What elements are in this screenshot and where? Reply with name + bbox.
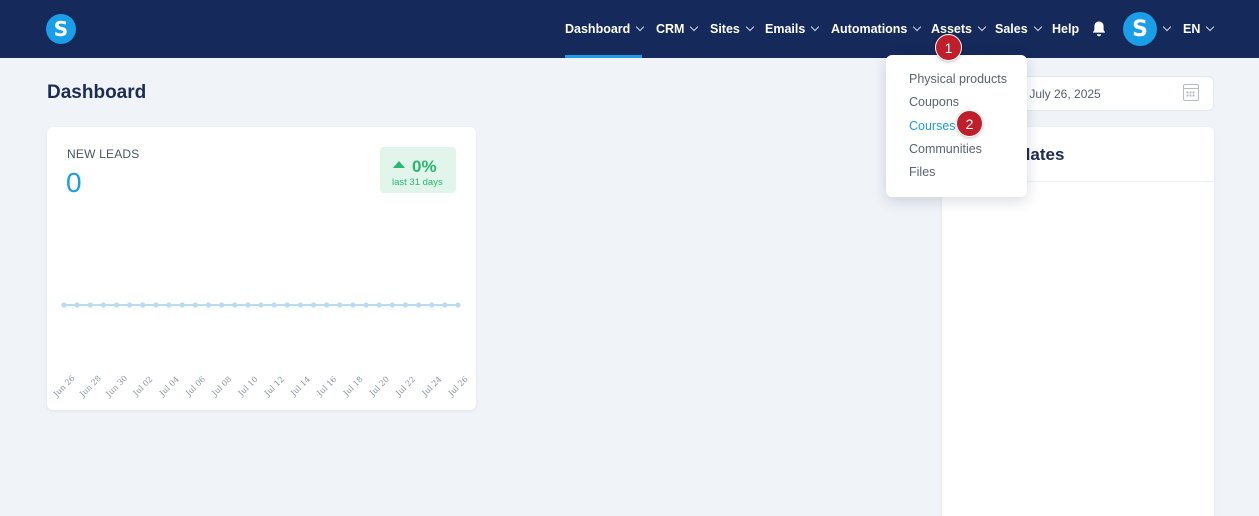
chevron-down-icon <box>745 22 755 32</box>
nav-emails-label: Emails <box>765 22 806 36</box>
nav-emails[interactable]: Emails <box>765 0 820 58</box>
chevron-down-icon <box>913 22 922 32</box>
data-point[interactable] <box>219 302 225 308</box>
data-point[interactable] <box>192 302 198 308</box>
menu-item-communities[interactable]: Communities <box>909 142 982 156</box>
x-tick-label: Jul 18 <box>341 375 365 399</box>
new-leads-label: NEW LEADS <box>67 147 140 161</box>
data-point[interactable] <box>297 302 303 308</box>
data-point[interactable] <box>442 302 448 308</box>
language-selector[interactable]: EN <box>1183 0 1215 58</box>
data-point[interactable] <box>258 302 264 308</box>
avatar-letter: S <box>1132 16 1148 42</box>
chevron-down-icon <box>636 22 645 32</box>
nav-sales-label: Sales <box>995 22 1028 36</box>
change-value: 0% <box>412 157 437 176</box>
x-tick-label: Jul 22 <box>393 375 417 399</box>
x-tick-label: Jul 12 <box>262 375 286 399</box>
data-point[interactable] <box>113 302 120 308</box>
language-label: EN <box>1183 22 1201 36</box>
data-point[interactable] <box>324 302 330 308</box>
chevron-down-icon <box>811 22 820 32</box>
x-tick-label: Jul 20 <box>367 375 391 399</box>
data-point[interactable] <box>166 302 172 308</box>
nav-help[interactable]: Help <box>1052 0 1079 58</box>
data-point[interactable] <box>376 302 382 308</box>
chevron-down-icon <box>690 22 699 32</box>
change-caption: last 31 days <box>392 177 443 188</box>
data-point[interactable] <box>179 302 185 308</box>
data-point[interactable] <box>363 302 369 308</box>
x-tick-label: Jul 02 <box>131 375 155 399</box>
new-leads-chart: Jun 26 Jun 28 Jun 30 Jul 02 Jul 04 Jul 06 Jul … <box>51 302 470 400</box>
chevron-down-icon <box>1033 22 1042 32</box>
bell-icon[interactable] <box>1091 20 1107 38</box>
x-tick-label: Jul 24 <box>420 375 444 399</box>
data-point[interactable] <box>310 302 317 308</box>
chevron-down-icon <box>1162 22 1172 32</box>
chevron-down-icon <box>977 22 987 32</box>
calendar-icon[interactable] <box>1183 84 1199 101</box>
x-tick-label: Jul 04 <box>157 375 181 399</box>
x-tick-label: Jul 08 <box>210 375 234 399</box>
nav-crm-label: CRM <box>656 22 685 36</box>
data-point[interactable] <box>87 302 93 308</box>
nav-dashboard[interactable]: Dashboard <box>565 0 645 58</box>
data-point[interactable] <box>74 302 80 308</box>
data-point[interactable] <box>271 302 277 308</box>
menu-item-courses[interactable]: Courses <box>909 119 956 133</box>
avatar-menu-toggle[interactable] <box>1157 0 1172 58</box>
data-point[interactable] <box>416 302 422 308</box>
data-point[interactable] <box>61 302 67 308</box>
new-leads-value: 0 <box>66 167 82 198</box>
data-point[interactable] <box>284 302 290 308</box>
nav-sites[interactable]: Sites <box>710 0 755 58</box>
logo-letter: S <box>53 17 69 41</box>
nav-dashboard-label: Dashboard <box>565 22 631 36</box>
data-point[interactable] <box>127 302 133 308</box>
data-point[interactable] <box>350 302 356 308</box>
x-tick-label: Jun 28 <box>77 374 103 400</box>
data-point[interactable] <box>245 302 251 308</box>
brand-logo[interactable]: S <box>46 14 76 44</box>
x-tick-label: Jun 26 <box>51 374 77 400</box>
nav-automations[interactable]: Automations <box>831 0 922 58</box>
x-tick-label: Jul 26 <box>446 375 470 399</box>
data-point[interactable] <box>153 302 159 308</box>
x-tick-label: Jul 06 <box>183 375 207 399</box>
data-point[interactable] <box>205 302 212 308</box>
x-tick-label: Jul 14 <box>288 375 312 399</box>
active-nav-indicator <box>565 55 642 58</box>
data-point[interactable] <box>389 302 395 308</box>
nav-sites-label: Sites <box>710 22 740 36</box>
step-marker-2: 2 <box>956 110 983 137</box>
nav-automations-label: Automations <box>831 22 908 36</box>
chevron-down-icon <box>1206 22 1215 32</box>
data-point[interactable] <box>429 302 435 308</box>
menu-item-coupons[interactable]: Coupons <box>909 95 959 109</box>
nav-help-label: Help <box>1052 22 1080 36</box>
data-point[interactable] <box>140 302 146 308</box>
user-avatar[interactable]: S <box>1123 12 1157 46</box>
x-tick-label: Jul 10 <box>236 375 260 399</box>
data-point[interactable] <box>402 302 409 308</box>
data-point[interactable] <box>455 302 461 308</box>
x-tick-label: Jun 30 <box>104 374 130 400</box>
x-tick-label: Jul 16 <box>315 375 339 399</box>
data-point[interactable] <box>232 302 238 308</box>
data-point[interactable] <box>337 302 343 308</box>
step-marker-1: 1 <box>935 34 962 61</box>
page-title: Dashboard <box>47 82 147 103</box>
data-point[interactable] <box>100 302 106 308</box>
menu-item-physical-products[interactable]: Physical products <box>909 72 1007 86</box>
arrow-up-icon <box>393 161 405 168</box>
menu-item-files[interactable]: Files <box>909 165 935 179</box>
nav-sales[interactable]: Sales <box>995 0 1042 58</box>
nav-crm[interactable]: CRM <box>656 0 699 58</box>
